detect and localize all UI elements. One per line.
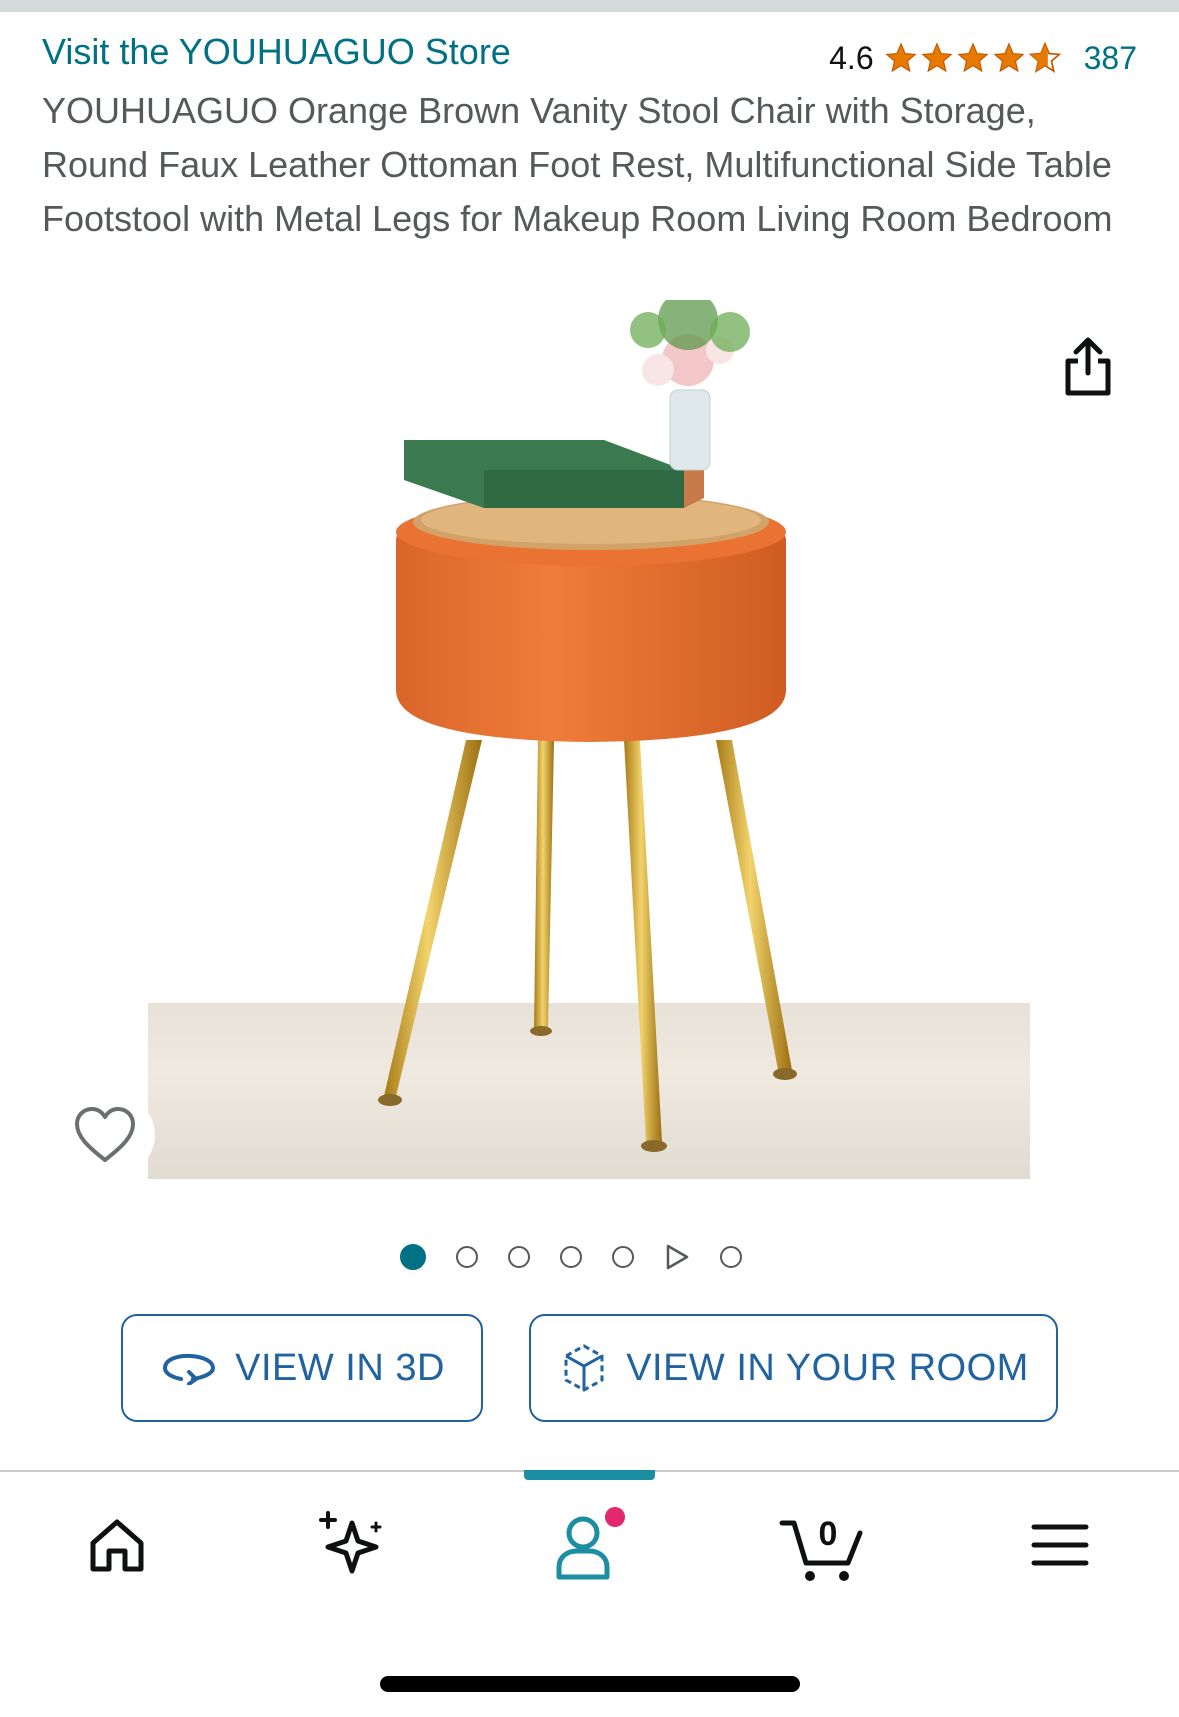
- video-play-icon[interactable]: [664, 1243, 690, 1271]
- rating-value: 4.6: [829, 39, 874, 76]
- active-tab-indicator: [524, 1470, 655, 1480]
- ar-cube-icon: [564, 1344, 604, 1392]
- pagination-dot[interactable]: [508, 1246, 530, 1268]
- account-icon: [556, 1507, 625, 1580]
- star-icon: [921, 42, 953, 73]
- home-icon: [90, 1519, 144, 1572]
- tab-home[interactable]: [67, 1500, 167, 1590]
- gallery-pagination[interactable]: [400, 1243, 742, 1271]
- view-in-your-room-label: VIEW IN YOUR ROOM: [626, 1346, 1029, 1389]
- half-star-icon: [1028, 41, 1061, 73]
- menu-icon: [1031, 1524, 1089, 1566]
- sparkle-icon: [319, 1511, 382, 1574]
- pagination-dot[interactable]: [456, 1246, 478, 1268]
- star-icon: [957, 42, 989, 73]
- tab-menu[interactable]: [1010, 1500, 1110, 1590]
- rating-summary[interactable]: 4.6 387: [829, 36, 1137, 80]
- view-in-your-room-button[interactable]: VIEW IN YOUR ROOM: [529, 1314, 1058, 1422]
- store-link[interactable]: Visit the YOUHUAGUO Store: [42, 30, 511, 74]
- rotate-3d-icon: [163, 1353, 216, 1385]
- rating-stars: [884, 41, 1062, 75]
- star-icon: [885, 42, 917, 73]
- product-image[interactable]: [148, 300, 1030, 1180]
- product-title: YOUHUAGUO Orange Brown Vanity Stool Chai…: [42, 90, 1113, 239]
- rating-count[interactable]: 387: [1084, 40, 1137, 77]
- pagination-dot[interactable]: [720, 1246, 742, 1268]
- view-in-3d-label: VIEW IN 3D: [235, 1346, 445, 1389]
- pagination-dot-active[interactable]: [400, 1244, 426, 1270]
- view-in-3d-button[interactable]: VIEW IN 3D: [121, 1314, 483, 1422]
- tab-account[interactable]: [539, 1500, 639, 1590]
- home-indicator[interactable]: [380, 1676, 800, 1692]
- share-icon[interactable]: [1060, 335, 1116, 399]
- cart-count: 0: [819, 1515, 838, 1553]
- tab-ai[interactable]: [300, 1500, 400, 1590]
- stool-illustration: [378, 300, 797, 1152]
- favorite-button[interactable]: [55, 1095, 155, 1175]
- star-icon: [993, 42, 1025, 73]
- heart-icon: [75, 1107, 135, 1162]
- top-strip: [0, 0, 1179, 12]
- pagination-dot[interactable]: [612, 1246, 634, 1268]
- cart-icon: 0: [779, 1515, 863, 1581]
- pagination-dot[interactable]: [560, 1246, 582, 1268]
- tab-cart[interactable]: 0: [772, 1500, 872, 1590]
